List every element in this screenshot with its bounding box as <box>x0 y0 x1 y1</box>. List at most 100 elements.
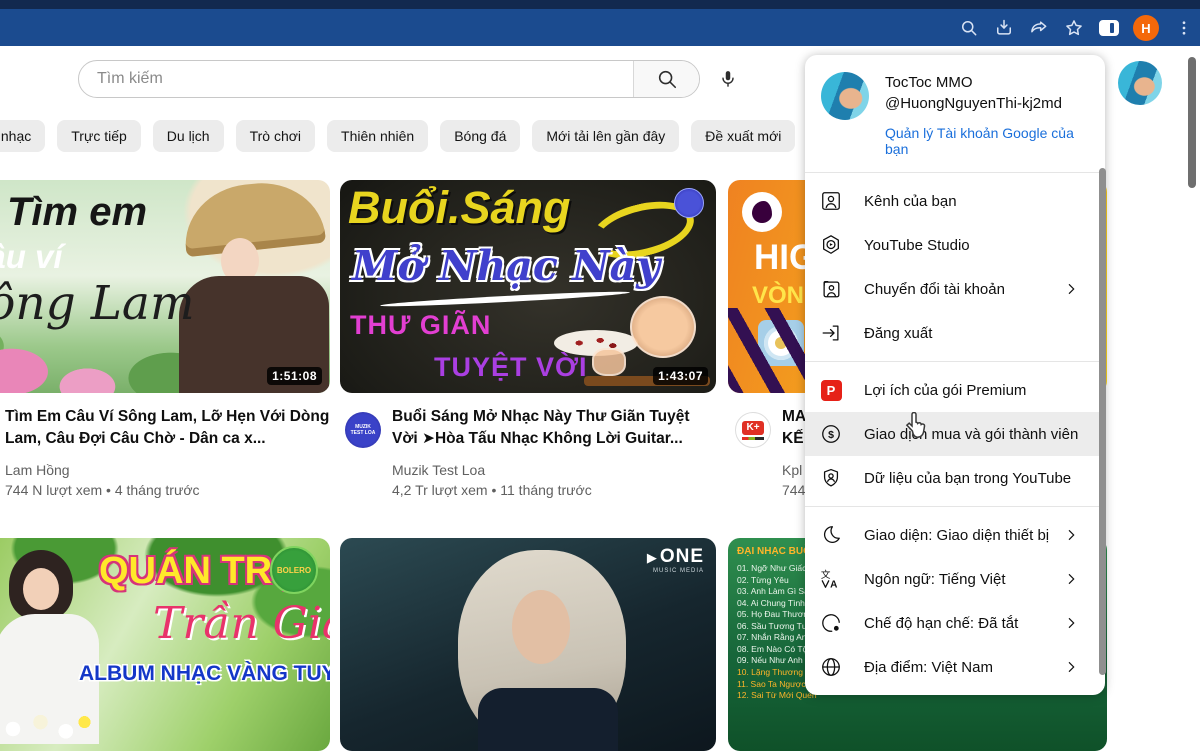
menu-item-switch-account[interactable]: Chuyển đổi tài khoản <box>805 267 1105 311</box>
chip-de-xuat-moi[interactable]: Đề xuất mới <box>691 120 795 152</box>
browser-toolbar: H <box>0 0 1200 46</box>
voice-search-button[interactable] <box>710 61 746 97</box>
thumb-text: câu ví <box>0 238 63 276</box>
chip-du-lich[interactable]: Du lịch <box>153 120 224 152</box>
premier-league-logo <box>742 192 782 232</box>
studio-icon <box>819 233 843 257</box>
more-vertical-icon[interactable] <box>1173 18 1194 39</box>
channel-avatar-text: K+ <box>742 421 763 435</box>
menu-item-sign-out[interactable]: Đăng xuất <box>805 311 1105 355</box>
menu-item-your-data[interactable]: Dữ liệu của bạn trong YouTube <box>805 456 1105 500</box>
svg-text:$: $ <box>828 429 834 441</box>
video-thumbnail[interactable]: Buổi.Sáng Mở Nhạc Này THƯ GIÃN TUYỆT VỜI… <box>340 180 716 393</box>
restricted-mode-icon <box>819 611 843 635</box>
browser-profile-avatar[interactable]: H <box>1133 15 1159 41</box>
menu-item-purchases-memberships[interactable]: $ Giao dịch mua và gói thành viên <box>805 412 1105 456</box>
moon-icon <box>819 523 843 547</box>
chip-moi-tai-len[interactable]: Mới tải lên gần đây <box>532 120 679 152</box>
teapot <box>630 296 696 358</box>
menu-section-account: Kênh của bạn YouTube Studio Chuyển đổi t… <box>805 173 1105 361</box>
search-button[interactable] <box>633 61 699 97</box>
dollar-circle-icon: $ <box>819 422 843 446</box>
chip-truc-tiep[interactable]: Trực tiếp <box>57 120 141 152</box>
one-music-media-logo: ONE MUSIC MEDIA <box>647 546 704 574</box>
video-thumbnail[interactable]: Tìm em câu ví sông Lam 1:51:08 <box>0 180 330 393</box>
chevron-right-icon <box>1063 571 1079 587</box>
channel-name[interactable]: Muzik Test Loa <box>392 460 704 480</box>
thumb-figure <box>512 590 570 664</box>
magnifier-icon <box>656 68 678 90</box>
channel-watermark <box>674 188 704 218</box>
account-name: TocToc MMO <box>885 72 1089 93</box>
thumb-text: THƯ GIÃN <box>350 310 491 341</box>
video-title[interactable]: Buổi Sáng Mở Nhạc Này Thư Giãn Tuyệt Vời… <box>392 406 704 450</box>
search-icon[interactable] <box>958 18 979 39</box>
video-meta: Tìm Em Câu Ví Sông Lam, Lỡ Hẹn Với Dòng … <box>5 406 332 500</box>
filter-chips-row: Âm nhạc Trực tiếp Du lịch Trò chơi Thiên… <box>0 120 795 152</box>
channel-avatar[interactable]: K+ <box>735 412 771 448</box>
menu-scrollbar-thumb[interactable] <box>1099 168 1106 675</box>
chip-tro-choi[interactable]: Trò chơi <box>236 120 315 152</box>
shield-person-icon <box>819 466 843 490</box>
chevron-right-icon <box>1063 281 1079 297</box>
topbar-account-avatar[interactable] <box>1118 61 1162 105</box>
duration-badge: 1:51:08 <box>267 367 322 385</box>
chip-bong-da[interactable]: Bóng đá <box>440 120 520 152</box>
split-screen-icon[interactable] <box>1098 18 1119 39</box>
youtube-page: Âm nhạc Trực tiếp Du lịch Trò chơi Thiên… <box>0 46 1200 675</box>
download-icon[interactable] <box>993 18 1014 39</box>
video-thumbnail[interactable]: ONE MUSIC MEDIA <box>340 538 716 751</box>
thumb-text: Trần Gian <box>153 598 330 649</box>
video-title[interactable]: Tìm Em Câu Ví Sông Lam, Lỡ Hẹn Với Dòng … <box>5 406 332 450</box>
search-input[interactable] <box>79 61 633 97</box>
menu-item-premium-benefits[interactable]: P Lợi ích của gói Premium <box>805 368 1105 412</box>
microphone-icon <box>718 69 738 89</box>
account-handle: @HuongNguyenThi-kj2md <box>885 93 1089 114</box>
browser-toolbar-icons: H <box>958 15 1194 41</box>
thumb-decoration <box>380 289 630 308</box>
menu-item-appearance[interactable]: Giao diện: Giao diện thiết bị <box>805 513 1105 557</box>
thumb-figure <box>478 688 618 751</box>
video-stats: 744 N lượt xem • 4 tháng trước <box>5 480 332 500</box>
person-box-icon <box>819 189 843 213</box>
manage-google-account-link[interactable]: Quản lý Tài khoản Google của bạn <box>885 125 1089 157</box>
video-stats: 4,2 Tr lượt xem • 11 tháng trước <box>392 480 704 500</box>
thumb-text: Mở Nhạc Này <box>352 242 660 290</box>
translate-icon: 文A <box>819 567 843 591</box>
video-thumbnail[interactable]: QUÁN TRỌ Trần Gian ALBUM NHẠC VÀNG TUYỂN… <box>0 538 330 751</box>
thumb-text: Tìm em <box>7 190 147 235</box>
chip-am-nhac[interactable]: Âm nhạc <box>0 120 45 152</box>
account-header: TocToc MMO @HuongNguyenThi-kj2md Quản lý… <box>805 55 1105 172</box>
favorite-star-icon[interactable] <box>1063 18 1084 39</box>
share-icon[interactable] <box>1028 18 1049 39</box>
search-bar <box>78 60 700 98</box>
thumb-decoration <box>0 706 101 751</box>
switch-account-icon <box>819 277 843 301</box>
account-menu: TocToc MMO @HuongNguyenThi-kj2md Quản lý… <box>805 55 1105 695</box>
logout-icon <box>819 321 843 345</box>
menu-item-restricted-mode[interactable]: Chế độ hạn chế: Đã tắt <box>805 601 1105 645</box>
menu-item-youtube-studio[interactable]: YouTube Studio <box>805 223 1105 267</box>
account-avatar[interactable] <box>821 72 869 120</box>
thumb-text: Buổi.Sáng <box>348 182 571 234</box>
duration-badge: 1:43:07 <box>653 367 708 385</box>
chevron-right-icon <box>1063 615 1079 631</box>
menu-section-purchases: P Lợi ích của gói Premium $ Giao dịch mu… <box>805 362 1105 506</box>
teacup <box>592 348 626 376</box>
thumb-text: TUYỆT VỜI <box>434 352 588 383</box>
channel-name[interactable]: Lam Hồng <box>5 460 332 480</box>
menu-item-location[interactable]: Địa điểm: Việt Nam <box>805 645 1105 689</box>
channel-avatar-text: MUZIK TEST LOA <box>349 424 377 436</box>
chip-thien-nhien[interactable]: Thiên nhiên <box>327 120 428 152</box>
menu-section-settings: Giao diện: Giao diện thiết bị 文A Ngôn ng… <box>805 507 1105 695</box>
bolero-badge: BOLERO <box>270 546 318 594</box>
svg-text:A: A <box>830 579 838 590</box>
page-scrollbar-thumb[interactable] <box>1188 57 1196 188</box>
channel-avatar[interactable]: MUZIK TEST LOA <box>345 412 381 448</box>
thumb-text: ALBUM NHẠC VÀNG TUYỂN CHỌN <box>79 662 330 686</box>
video-meta: Buổi Sáng Mở Nhạc Này Thư Giãn Tuyệt Vời… <box>392 406 704 500</box>
thumb-text: sông Lam <box>0 276 195 331</box>
chevron-right-icon <box>1063 527 1079 543</box>
menu-item-language[interactable]: 文A Ngôn ngữ: Tiếng Việt <box>805 557 1105 601</box>
menu-item-your-channel[interactable]: Kênh của bạn <box>805 179 1105 223</box>
